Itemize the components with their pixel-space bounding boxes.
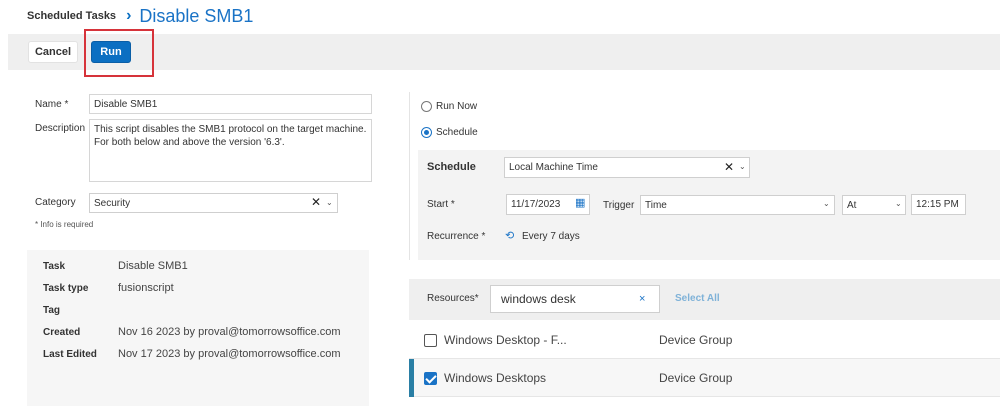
run-now-radio[interactable] xyxy=(421,101,432,112)
repeat-icon[interactable]: ⟲ xyxy=(505,229,514,242)
trigger-select[interactable]: Time xyxy=(640,195,835,215)
summary-task-label: Task xyxy=(43,261,66,272)
time-input[interactable]: 12:15 PM xyxy=(911,194,966,215)
toolbar xyxy=(8,34,1000,70)
row-checkbox[interactable] xyxy=(424,334,437,347)
category-value: Security xyxy=(94,197,131,209)
chevron-down-icon[interactable]: ⌄ xyxy=(739,162,746,171)
category-select[interactable]: Security xyxy=(89,193,338,213)
row-type: Device Group xyxy=(659,333,733,347)
at-value: At xyxy=(847,199,857,211)
summary-edited-label: Last Edited xyxy=(43,349,97,360)
row-type: Device Group xyxy=(659,371,733,385)
schedule-radio[interactable] xyxy=(421,127,432,138)
chevron-down-icon[interactable]: ⌄ xyxy=(895,199,902,208)
chevron-down-icon[interactable]: ⌄ xyxy=(326,198,333,207)
summary-tag-label: Tag xyxy=(43,305,61,316)
timezone-select[interactable]: Local Machine Time xyxy=(504,157,750,178)
summary-created-label: Created xyxy=(43,327,81,338)
category-label: Category xyxy=(35,197,76,208)
run-button-highlight xyxy=(84,29,154,77)
name-field[interactable]: Disable SMB1 xyxy=(89,94,372,114)
close-icon[interactable]: ✕ xyxy=(724,160,734,174)
schedule-radio-label: Schedule xyxy=(436,127,478,138)
row-checkbox[interactable] xyxy=(424,372,437,385)
summary-type-label: Task type xyxy=(43,283,89,294)
name-label: Name * xyxy=(35,99,69,110)
row-name: Windows Desktop - F... xyxy=(444,333,567,347)
description-field[interactable]: This script disables the SMB1 protocol o… xyxy=(89,119,372,182)
page-title: Disable SMB1 xyxy=(139,5,254,26)
summary-type-value: fusionscript xyxy=(118,282,174,294)
resources-search-input[interactable]: windows desk xyxy=(490,285,660,313)
resources-label: Resources* xyxy=(427,293,479,304)
calendar-icon[interactable]: ▦ xyxy=(575,196,585,209)
run-now-label: Run Now xyxy=(436,101,478,112)
required-info-note: * Info is required xyxy=(35,220,94,229)
schedule-field-label: Schedule xyxy=(427,161,476,173)
close-icon[interactable]: ✕ xyxy=(311,195,321,209)
recurrence-label: Recurrence * xyxy=(427,231,486,242)
row-selected-indicator xyxy=(409,359,414,397)
breadcrumb: Scheduled Tasks › Disable SMB1 xyxy=(27,4,253,28)
summary-task-value: Disable SMB1 xyxy=(118,260,188,272)
description-label: Description xyxy=(35,123,86,134)
start-label: Start * xyxy=(427,199,455,210)
chevron-down-icon[interactable]: ⌄ xyxy=(823,199,830,208)
time-value: 12:15 PM xyxy=(916,199,959,210)
start-date-value: 11/17/2023 xyxy=(511,199,561,210)
trigger-value: Time xyxy=(645,199,667,211)
summary-created-value: Nov 16 2023 by proval@tomorrowsoffice.co… xyxy=(118,326,341,338)
breadcrumb-scheduled-tasks[interactable]: Scheduled Tasks xyxy=(27,10,116,22)
row-name: Windows Desktops xyxy=(444,371,547,385)
cancel-button[interactable]: Cancel xyxy=(28,41,78,63)
select-all-link[interactable]: Select All xyxy=(675,293,720,304)
close-icon[interactable]: × xyxy=(639,293,645,305)
trigger-label: Trigger xyxy=(603,200,635,211)
recurrence-value[interactable]: Every 7 days xyxy=(522,231,580,242)
summary-edited-value: Nov 17 2023 by proval@tomorrowsoffice.co… xyxy=(118,348,341,360)
timezone-value: Local Machine Time xyxy=(509,162,598,173)
chevron-right-icon: › xyxy=(126,7,132,24)
